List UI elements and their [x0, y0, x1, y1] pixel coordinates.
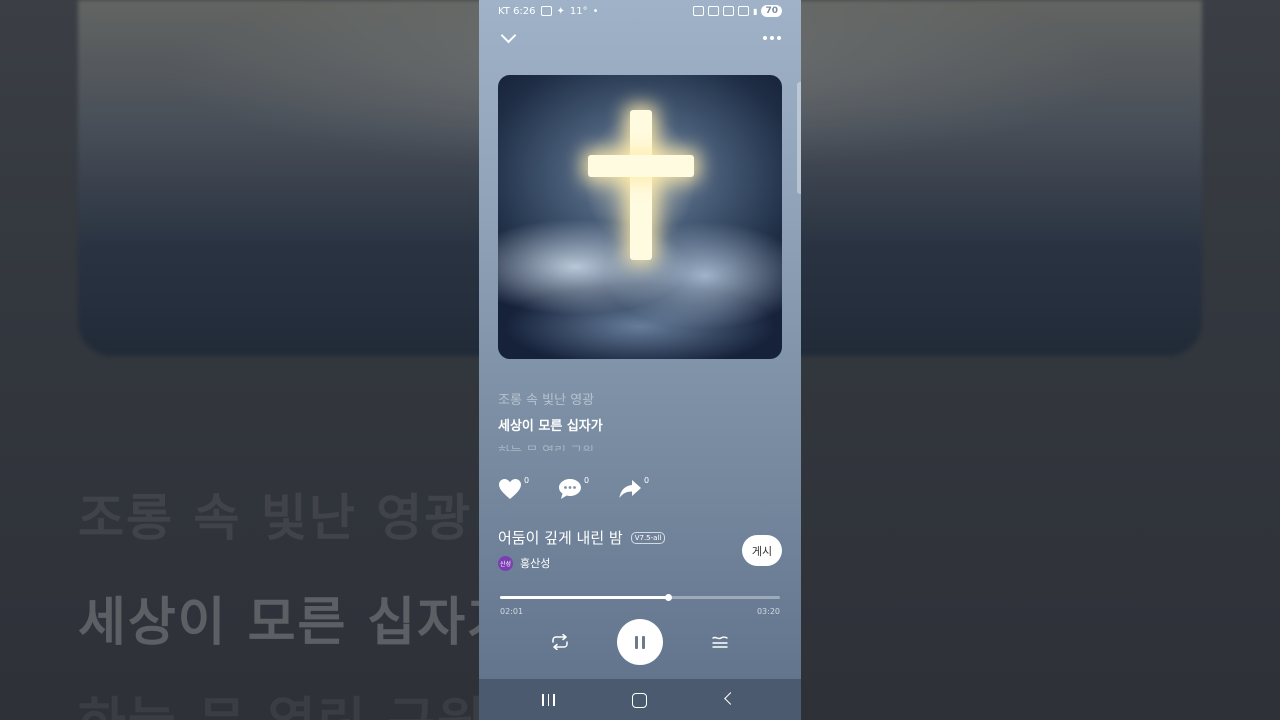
song-title[interactable]: 어둠이 깊게 내린 밤	[498, 527, 623, 548]
share-icon	[619, 480, 641, 498]
playback-controls	[479, 619, 801, 665]
duration: 03:20	[756, 607, 780, 616]
repeat-icon	[552, 634, 568, 650]
next-card-peek[interactable]	[797, 82, 801, 194]
lyric-next[interactable]: 하늘 문 열린 구원	[498, 441, 594, 451]
mute-icon	[708, 6, 720, 16]
signal-icon: ▮	[753, 6, 758, 16]
like-button[interactable]: 0	[498, 476, 529, 502]
lyric-current[interactable]: 세상이 모른 십자가	[498, 415, 603, 434]
status-extra: 11°	[569, 5, 588, 17]
share-count: 0	[644, 476, 650, 485]
pause-button[interactable]	[617, 619, 663, 665]
lyric-previous[interactable]: 조롱 속 빛난 영광	[498, 389, 594, 408]
progress-bar[interactable]	[500, 594, 780, 601]
cross-icon	[630, 110, 652, 260]
playlist-icon	[712, 636, 728, 648]
comment-button[interactable]: 0	[558, 476, 589, 502]
home-icon[interactable]	[632, 693, 647, 708]
lte-icon	[738, 6, 750, 16]
progress-fill	[500, 596, 668, 599]
chevron-down-icon[interactable]	[500, 27, 517, 44]
notification-icon	[540, 6, 552, 16]
more-options-icon[interactable]	[763, 36, 781, 40]
current-time: 02:01	[500, 607, 524, 616]
artist-row[interactable]: 산성 홍산성	[498, 555, 550, 571]
share-button[interactable]: 0	[618, 476, 649, 502]
repeat-button[interactable]	[547, 629, 573, 655]
comment-icon	[559, 479, 581, 499]
cross-bar	[588, 155, 694, 177]
artist-name[interactable]: 홍산성	[520, 555, 550, 571]
cast-icon	[693, 6, 705, 16]
player-top-bar	[499, 27, 781, 48]
progress-handle[interactable]	[665, 594, 672, 601]
carrier-time: KT 6:26	[498, 5, 536, 17]
version-badge: V7.5-all	[630, 531, 666, 544]
avatar: 산성	[498, 555, 513, 571]
status-bar: KT 6:26 ✦ 11° • ▮ 70	[498, 4, 782, 18]
background-lyric-current: 세상이 모른 십자가	[78, 593, 517, 653]
comment-count: 0	[584, 476, 590, 485]
song-title-row: 어둠이 깊게 내린 밤 V7.5-all	[498, 527, 666, 548]
phone-screen: KT 6:26 ✦ 11° • ▮ 70 조롱 속 빛난 영광 세상이 모른 십…	[479, 0, 801, 720]
recent-apps-icon[interactable]	[542, 691, 555, 708]
heart-icon	[499, 479, 521, 499]
background-lyric-previous: 조롱 속 빛난 영광	[78, 489, 473, 547]
action-row: 0 0 0	[498, 476, 649, 502]
back-icon[interactable]	[724, 692, 737, 705]
album-artwork	[498, 75, 782, 359]
walk-icon: ✦	[556, 5, 565, 17]
playlist-button[interactable]	[707, 629, 733, 655]
like-count: 0	[524, 476, 530, 485]
pause-icon	[635, 635, 638, 649]
battery-badge: 70	[761, 5, 782, 17]
system-nav-bar	[479, 679, 801, 720]
wifi-icon	[723, 6, 735, 16]
dot-icon: •	[592, 5, 599, 17]
post-button[interactable]: 게시	[742, 535, 782, 566]
background-lyric-next: 하늘 문 열린 구원	[78, 680, 487, 720]
